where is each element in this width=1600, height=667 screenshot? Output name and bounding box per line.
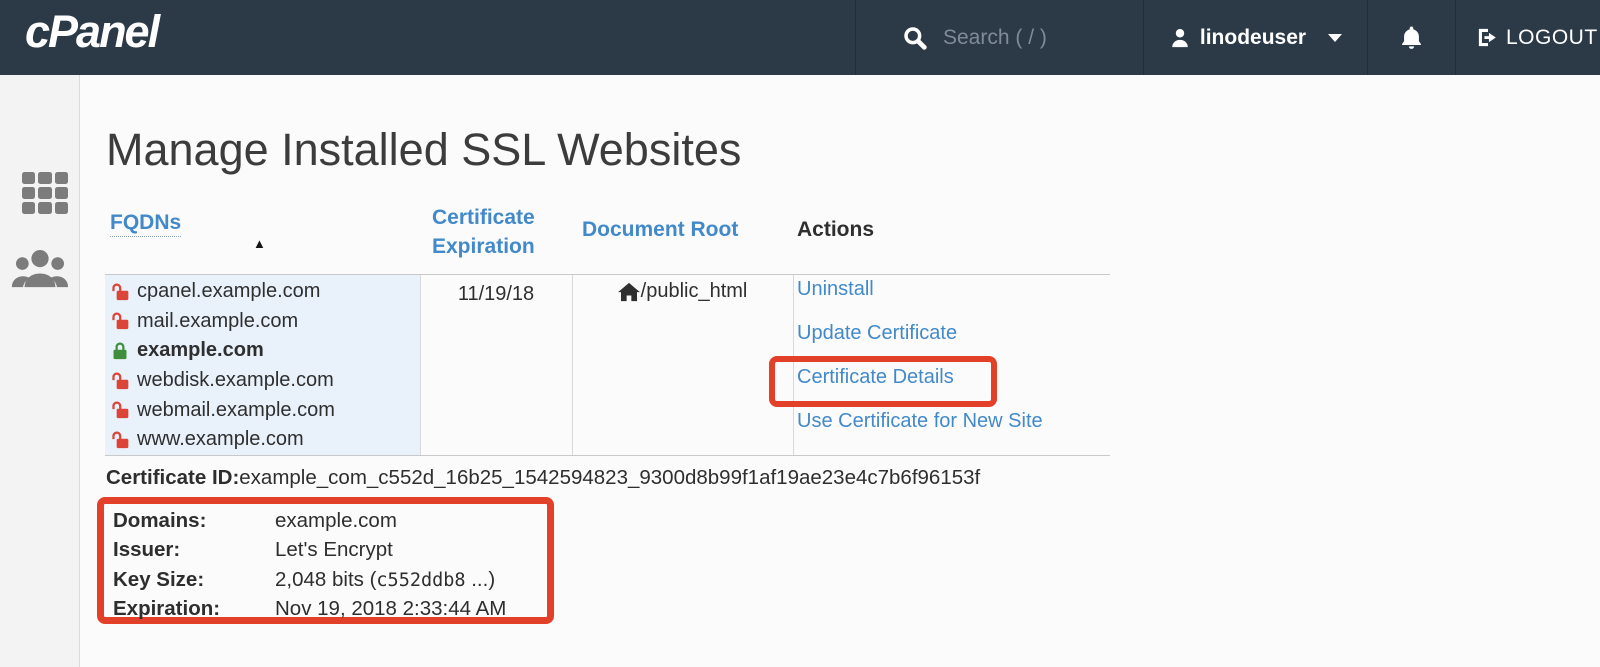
issuer-value: Let's Encrypt: [275, 538, 393, 562]
column-header-document-root: Document Root: [582, 218, 738, 242]
detail-row-key-size: Key Size: 2,048 bits (c552ddb8 ...): [113, 565, 506, 595]
column-header-certificate-expiration: Certificate Expiration: [432, 203, 554, 261]
search-icon: [902, 25, 928, 51]
uninstall-link[interactable]: Uninstall: [797, 277, 1043, 301]
fqdns-list: cpanel.example.com mail.example.com exam…: [110, 277, 335, 455]
logout-icon: [1476, 26, 1499, 49]
fqdn-label: www.example.com: [137, 428, 304, 451]
open-lock-icon: [110, 430, 130, 450]
top-navbar: cPanel linodeuser: [0, 0, 1600, 75]
home-icon: [618, 282, 640, 302]
issuer-label: Issuer:: [113, 538, 275, 562]
key-size-hash: c552ddb8: [376, 570, 465, 591]
fqdn-row: webmail.example.com: [110, 395, 335, 425]
fqdn-label: mail.example.com: [137, 310, 298, 333]
fqdn-row: www.example.com: [110, 425, 335, 455]
navbar-search-section: [855, 0, 1143, 75]
column-header-actions: Actions: [797, 218, 874, 242]
detail-row-expiration: Expiration: Nov 19, 2018 2:33:44 AM: [113, 595, 506, 625]
column-divider: [793, 275, 794, 455]
logout-label: LOGOUT: [1506, 26, 1598, 50]
document-root-cell: /public_html: [572, 280, 793, 303]
open-lock-icon: [110, 311, 130, 331]
detail-row-issuer: Issuer: Let's Encrypt: [113, 536, 506, 566]
sort-by-fqdns-link[interactable]: FQDNs: [110, 211, 181, 237]
certificate-details-panel: Domains: example.com Issuer: Let's Encry…: [113, 506, 506, 624]
open-lock-icon: [110, 371, 130, 391]
sidebar-item-user-manager[interactable]: [11, 248, 69, 290]
search-input[interactable]: [941, 25, 1125, 51]
notifications-button[interactable]: [1367, 0, 1455, 75]
users-icon: [11, 248, 69, 290]
open-lock-icon: [110, 400, 130, 420]
fqdn-row: cpanel.example.com: [110, 277, 335, 307]
fqdn-row: example.com: [110, 336, 335, 366]
fqdn-row: mail.example.com: [110, 307, 335, 337]
fqdn-label: webdisk.example.com: [137, 369, 334, 392]
use-certificate-for-new-site-link[interactable]: Use Certificate for New Site: [797, 409, 1043, 433]
left-sidebar: [0, 75, 80, 667]
cpanel-logo: cPanel: [25, 6, 158, 58]
actions-cell: Uninstall Update Certificate Certificate…: [797, 277, 1043, 433]
domains-label: Domains:: [113, 509, 275, 533]
certificate-details-link[interactable]: Certificate Details: [797, 365, 1043, 389]
table-row-divider: [105, 455, 1110, 456]
open-lock-icon: [110, 282, 130, 302]
logout-button[interactable]: LOGOUT: [1455, 0, 1600, 75]
certificate-expiration-cell: 11/19/18: [420, 283, 572, 306]
update-certificate-link[interactable]: Update Certificate: [797, 321, 1043, 345]
column-header-fqdns: FQDNs: [110, 211, 181, 235]
key-size-label: Key Size:: [113, 568, 275, 592]
bell-icon: [1398, 23, 1425, 53]
expiration-value: Nov 19, 2018 2:33:44 AM: [275, 597, 506, 621]
fqdn-label: example.com: [137, 339, 264, 362]
fqdn-label: cpanel.example.com: [137, 280, 320, 303]
fqdn-row: webdisk.example.com: [110, 366, 335, 396]
certificate-id-line: Certificate ID:example_com_c552d_16b25_1…: [106, 466, 980, 490]
expiration-label: Expiration:: [113, 597, 275, 621]
certificate-id-value: example_com_c552d_16b25_1542594823_9300d…: [239, 466, 980, 489]
domains-value: example.com: [275, 509, 397, 533]
fqdn-label: webmail.example.com: [137, 399, 335, 422]
document-root-path: /public_html: [641, 280, 748, 303]
sidebar-item-home[interactable]: [22, 172, 68, 214]
username-label: linodeuser: [1200, 26, 1306, 50]
certificate-id-label: Certificate ID:: [106, 466, 239, 489]
detail-row-domains: Domains: example.com: [113, 506, 506, 536]
sort-ascending-icon[interactable]: ▲: [253, 236, 266, 251]
sort-by-document-root-link[interactable]: Document Root: [582, 218, 738, 241]
caret-down-icon: [1328, 34, 1342, 42]
closed-lock-icon: [110, 341, 130, 361]
user-icon: [1169, 26, 1191, 50]
sort-by-expiration-link[interactable]: Certificate Expiration: [432, 206, 535, 258]
page-title: Manage Installed SSL Websites: [106, 124, 741, 176]
key-size-value: 2,048 bits (c552ddb8 ...): [275, 568, 495, 592]
user-menu[interactable]: linodeuser: [1143, 0, 1367, 75]
